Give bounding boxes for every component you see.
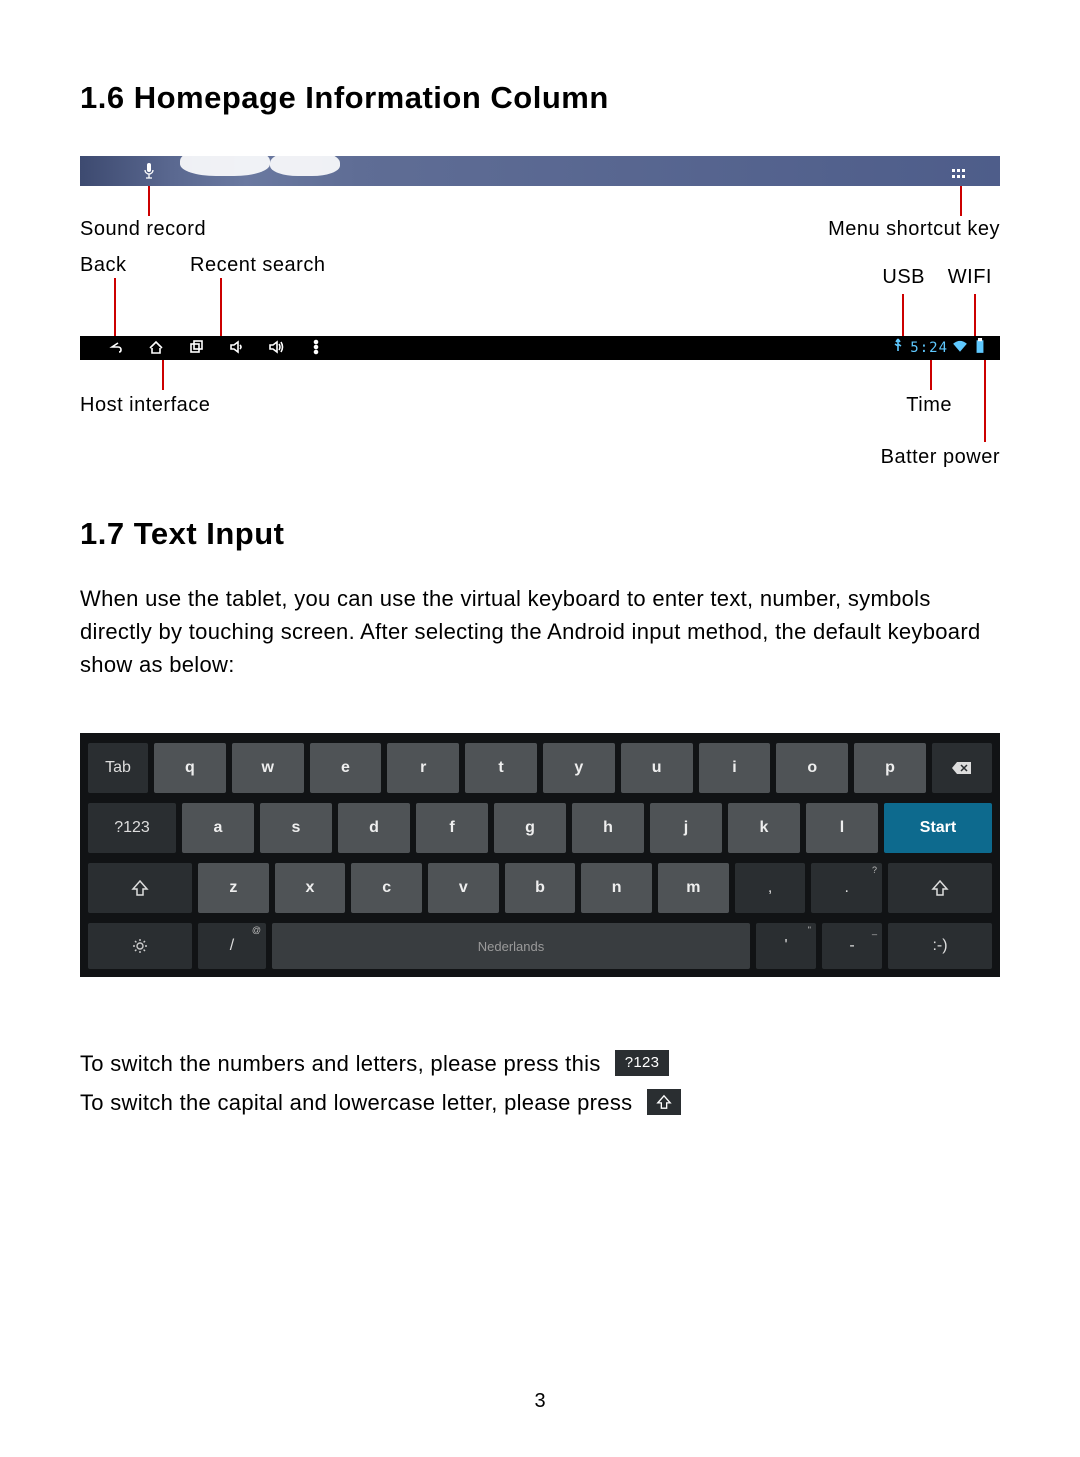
pointer-line <box>162 360 164 390</box>
pointer-line <box>984 360 986 442</box>
pointer-line <box>974 294 976 336</box>
label-back: Back <box>80 254 126 277</box>
label-time: Time <box>906 394 952 417</box>
inline-key-123: ?123 <box>615 1050 669 1076</box>
pointer-line <box>960 186 962 216</box>
key-e[interactable]: e <box>310 743 382 793</box>
inline-key-shift <box>647 1089 681 1115</box>
recent-apps-icon[interactable] <box>188 339 204 360</box>
key-settings[interactable] <box>88 923 192 969</box>
key-start[interactable]: Start <box>884 803 992 853</box>
key-h[interactable]: h <box>572 803 644 853</box>
microphone-icon[interactable] <box>143 162 155 185</box>
pointer-line <box>148 186 150 216</box>
key-o[interactable]: o <box>776 743 848 793</box>
label-host-interface: Host interface <box>80 394 210 417</box>
pointer-line <box>114 278 116 336</box>
key-a[interactable]: a <box>182 803 254 853</box>
virtual-keyboard: Tab q w e r t y u i o p ?123 a s d f g h… <box>80 733 1000 977</box>
key-l[interactable]: l <box>806 803 878 853</box>
back-icon[interactable] <box>108 339 124 360</box>
key-k[interactable]: k <box>728 803 800 853</box>
key-smile[interactable]: :-) <box>888 923 992 969</box>
page-number: 3 <box>0 1390 1080 1413</box>
key-z[interactable]: z <box>198 863 269 913</box>
key-shift-left[interactable] <box>88 863 192 913</box>
key-r[interactable]: r <box>387 743 459 793</box>
pointer-line <box>220 278 222 336</box>
key-p[interactable]: p <box>854 743 926 793</box>
home-icon[interactable] <box>148 339 164 360</box>
label-sound-record: Sound record <box>80 218 206 241</box>
top-status-bar <box>80 156 1000 186</box>
key-d[interactable]: d <box>338 803 410 853</box>
label-wifi: WIFI <box>948 266 992 289</box>
key-123[interactable]: ?123 <box>88 803 176 853</box>
label-menu-shortcut: Menu shortcut key <box>828 218 1000 241</box>
key-tab[interactable]: Tab <box>88 743 148 793</box>
key-b[interactable]: b <box>505 863 576 913</box>
pointer-line <box>902 294 904 336</box>
key-comma[interactable]: , <box>735 863 806 913</box>
key-period[interactable]: . <box>811 863 882 913</box>
key-apostrophe[interactable]: ' <box>756 923 816 969</box>
volume-up-icon[interactable] <box>268 339 284 360</box>
key-w[interactable]: w <box>232 743 304 793</box>
key-space[interactable]: Nederlands <box>272 923 750 969</box>
more-icon[interactable] <box>308 339 324 360</box>
wifi-icon <box>952 338 968 357</box>
key-i[interactable]: i <box>699 743 771 793</box>
key-shift-right[interactable] <box>888 863 992 913</box>
key-backspace[interactable] <box>932 743 992 793</box>
pointer-line <box>930 360 932 390</box>
label-batter-power: Batter power <box>881 446 1000 469</box>
key-v[interactable]: v <box>428 863 499 913</box>
volume-down-icon[interactable] <box>228 339 244 360</box>
key-c[interactable]: c <box>351 863 422 913</box>
key-dash[interactable]: - <box>822 923 882 969</box>
key-f[interactable]: f <box>416 803 488 853</box>
key-x[interactable]: x <box>275 863 346 913</box>
homepage-info-diagram: Sound record Menu shortcut key Back Rece… <box>80 146 1000 486</box>
key-q[interactable]: q <box>154 743 226 793</box>
key-y[interactable]: y <box>543 743 615 793</box>
label-usb: USB <box>882 266 925 289</box>
heading-16: 1.6 Homepage Information Column <box>80 80 1000 116</box>
heading-17: 1.7 Text Input <box>80 516 1000 552</box>
key-t[interactable]: t <box>465 743 537 793</box>
usb-icon <box>890 338 906 357</box>
key-slash[interactable]: / <box>198 923 266 969</box>
app-grid-icon[interactable] <box>952 166 966 184</box>
key-s[interactable]: s <box>260 803 332 853</box>
footer-line-1: To switch the numbers and letters, pleas… <box>80 1051 601 1076</box>
key-n[interactable]: n <box>581 863 652 913</box>
key-u[interactable]: u <box>621 743 693 793</box>
paragraph-17: When use the tablet, you can use the vir… <box>80 582 1000 681</box>
time-text: 5:24 <box>910 340 948 356</box>
battery-icon <box>972 338 988 357</box>
footer-line-2: To switch the capital and lowercase lett… <box>80 1090 632 1115</box>
key-j[interactable]: j <box>650 803 722 853</box>
key-g[interactable]: g <box>494 803 566 853</box>
label-recent-search: Recent search <box>190 254 325 277</box>
system-nav-bar: 5:24 <box>80 336 1000 360</box>
key-m[interactable]: m <box>658 863 729 913</box>
